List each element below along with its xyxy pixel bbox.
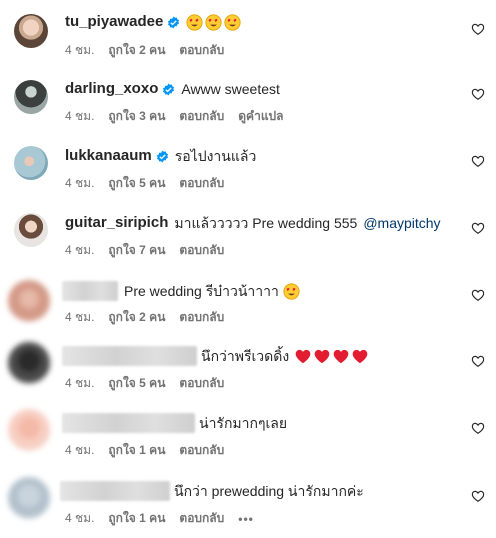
comment-meta: 4 ชม. ถูกใจ 1 คน ตอบกลับ bbox=[65, 441, 238, 460]
like-heart-icon[interactable] bbox=[471, 354, 485, 368]
red-heart-emoji-icon bbox=[295, 349, 311, 363]
comment-item: นึกว่า prewedding น่ารักมากค่ะ 4 ชม. ถูก… bbox=[0, 477, 496, 538]
avatar[interactable] bbox=[14, 213, 48, 247]
reply-button[interactable]: ตอบกลับ bbox=[179, 374, 224, 393]
red-heart-emoji-icon bbox=[314, 349, 330, 363]
like-count[interactable]: ถูกใจ 5 คน bbox=[108, 174, 165, 193]
username[interactable]: guitar_siripich bbox=[65, 214, 168, 232]
blurred-username[interactable] bbox=[62, 281, 118, 301]
comment-item: guitar_siripich มาแล้ววววว Pre wedding 5… bbox=[0, 212, 496, 272]
comment-line: guitar_siripich มาแล้ววววว Pre wedding 5… bbox=[65, 214, 441, 232]
comment-line: นึกว่าพรีเวดดิ้ง bbox=[62, 346, 371, 366]
heart-eyes-emoji-icon bbox=[224, 13, 241, 31]
like-heart-icon[interactable] bbox=[471, 489, 485, 503]
reply-button[interactable]: ตอบกลับ bbox=[179, 107, 224, 126]
comment-item: นึกว่าพรีเวดดิ้ง 4 ชม. ถูกใจ 5 คน ตอบกลั… bbox=[0, 342, 496, 406]
mention-link[interactable]: @maypitchy bbox=[363, 214, 440, 232]
comment-line: tu_piyawadee bbox=[65, 13, 243, 31]
comment-meta: 4 ชม. ถูกใจ 5 คน ตอบกลับ bbox=[65, 374, 238, 393]
avatar[interactable] bbox=[8, 409, 50, 451]
heart-eyes-emoji-icon bbox=[283, 282, 300, 300]
comment-meta: 4 ชม. ถูกใจ 3 คน ตอบกลับ ดูคำแปล bbox=[65, 107, 298, 126]
blurred-username[interactable] bbox=[60, 481, 170, 501]
comment-line: น่ารักมากๆเลย bbox=[62, 413, 287, 433]
see-translation-button[interactable]: ดูคำแปล bbox=[238, 107, 283, 126]
reply-button[interactable]: ตอบกลับ bbox=[179, 241, 224, 260]
avatar[interactable] bbox=[14, 146, 48, 180]
like-count[interactable]: ถูกใจ 3 คน bbox=[108, 107, 165, 126]
comment-time[interactable]: 4 ชม. bbox=[65, 41, 94, 60]
comment-text: Pre wedding รีบ๋าวน้าาาา bbox=[124, 283, 279, 299]
comment-text: มาแล้ววววว Pre wedding 555 bbox=[174, 215, 358, 231]
comment-text: นึกว่า prewedding น่ารักมากค่ะ bbox=[174, 483, 364, 499]
comment-time[interactable]: 4 ชม. bbox=[65, 441, 94, 460]
blurred-username[interactable] bbox=[62, 346, 197, 366]
comment-meta: 4 ชม. ถูกใจ 1 คน ตอบกลับ ••• bbox=[65, 509, 268, 528]
username[interactable]: darling_xoxo bbox=[65, 80, 158, 98]
heart-eyes-emoji-icon bbox=[205, 13, 222, 31]
comment-line: lukkanaaum รอไปงานแล้ว bbox=[65, 147, 256, 165]
comment-meta: 4 ชม. ถูกใจ 7 คน ตอบกลับ bbox=[65, 241, 238, 260]
comment-line: Pre wedding รีบ๋าวน้าาาา bbox=[62, 281, 302, 301]
like-count[interactable]: ถูกใจ 2 คน bbox=[108, 308, 165, 327]
username[interactable]: lukkanaaum bbox=[65, 147, 152, 165]
reply-button[interactable]: ตอบกลับ bbox=[179, 41, 224, 60]
comment-meta: 4 ชม. ถูกใจ 2 คน ตอบกลับ bbox=[65, 308, 238, 327]
avatar[interactable] bbox=[8, 280, 50, 322]
comment-list: tu_piyawadee 4 ชม. ถูกใจ 2 คน ตอบกลับ da… bbox=[0, 0, 496, 538]
comment-meta: 4 ชม. ถูกใจ 2 คน ตอบกลับ bbox=[65, 41, 238, 60]
comment-line: นึกว่า prewedding น่ารักมากค่ะ bbox=[60, 481, 364, 501]
comment-text: รอไปงานแล้ว bbox=[174, 148, 257, 164]
comment-item: lukkanaaum รอไปงานแล้ว 4 ชม. ถูกใจ 5 คน … bbox=[0, 145, 496, 205]
comment-text: นึกว่าพรีเวดดิ้ง bbox=[201, 348, 290, 364]
avatar[interactable] bbox=[8, 342, 50, 384]
like-count[interactable]: ถูกใจ 2 คน bbox=[108, 41, 165, 60]
reply-button[interactable]: ตอบกลับ bbox=[179, 174, 224, 193]
like-heart-icon[interactable] bbox=[471, 221, 485, 235]
like-heart-icon[interactable] bbox=[471, 421, 485, 435]
comment-item: Pre wedding รีบ๋าวน้าาาา 4 ชม. ถูกใจ 2 ค… bbox=[0, 280, 496, 340]
comment-time[interactable]: 4 ชม. bbox=[65, 374, 94, 393]
comment-item: darling_xoxo Awww sweetest 4 ชม. ถูกใจ 3… bbox=[0, 77, 496, 137]
like-count[interactable]: ถูกใจ 1 คน bbox=[108, 509, 165, 528]
red-heart-emoji-icon bbox=[352, 349, 368, 363]
like-count[interactable]: ถูกใจ 1 คน bbox=[108, 441, 165, 460]
comment-line: darling_xoxo Awww sweetest bbox=[65, 80, 280, 98]
more-options-button[interactable]: ••• bbox=[238, 512, 254, 526]
like-heart-icon[interactable] bbox=[471, 154, 485, 168]
red-heart-emoji-icon bbox=[333, 349, 349, 363]
comment-time[interactable]: 4 ชม. bbox=[65, 174, 94, 193]
username[interactable]: tu_piyawadee bbox=[65, 13, 163, 31]
reply-button[interactable]: ตอบกลับ bbox=[179, 509, 224, 528]
verified-badge-icon bbox=[163, 83, 175, 95]
like-heart-icon[interactable] bbox=[471, 288, 485, 302]
avatar[interactable] bbox=[14, 14, 48, 48]
avatar[interactable] bbox=[14, 80, 48, 114]
comment-text: Awww sweetest bbox=[181, 81, 280, 97]
comment-meta: 4 ชม. ถูกใจ 5 คน ตอบกลับ bbox=[65, 174, 238, 193]
heart-eyes-emoji-icon bbox=[186, 13, 203, 31]
comment-time[interactable]: 4 ชม. bbox=[65, 241, 94, 260]
verified-badge-icon bbox=[156, 150, 168, 162]
like-count[interactable]: ถูกใจ 5 คน bbox=[108, 374, 165, 393]
verified-badge-icon bbox=[168, 16, 180, 28]
avatar[interactable] bbox=[8, 477, 50, 519]
reply-button[interactable]: ตอบกลับ bbox=[179, 308, 224, 327]
comment-item: น่ารักมากๆเลย 4 ชม. ถูกใจ 1 คน ตอบกลับ bbox=[0, 409, 496, 473]
comment-text: น่ารักมากๆเลย bbox=[199, 415, 288, 431]
like-heart-icon[interactable] bbox=[471, 22, 485, 36]
comment-item: tu_piyawadee 4 ชม. ถูกใจ 2 คน ตอบกลับ bbox=[0, 11, 496, 71]
comment-time[interactable]: 4 ชม. bbox=[65, 509, 94, 528]
comment-time[interactable]: 4 ชม. bbox=[65, 308, 94, 327]
comment-time[interactable]: 4 ชม. bbox=[65, 107, 94, 126]
blurred-username[interactable] bbox=[62, 413, 195, 433]
like-count[interactable]: ถูกใจ 7 คน bbox=[108, 241, 165, 260]
reply-button[interactable]: ตอบกลับ bbox=[179, 441, 224, 460]
like-heart-icon[interactable] bbox=[471, 87, 485, 101]
